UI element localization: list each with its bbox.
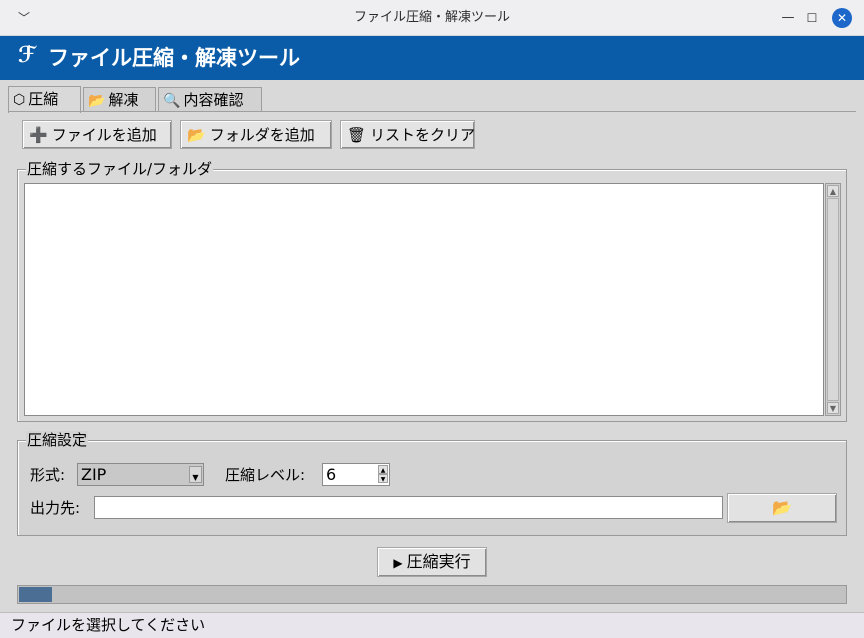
level-label: 圧縮レベル:: [225, 466, 306, 484]
box-icon: ⬡: [13, 92, 26, 108]
tab-divider: [8, 111, 856, 112]
tab-extract[interactable]: 📂 解凍: [83, 87, 156, 112]
play-icon: ▶: [393, 556, 403, 570]
file-list[interactable]: [24, 183, 824, 416]
spin-up-icon[interactable]: ▲: [378, 465, 388, 474]
spin-down-icon[interactable]: ▼: [378, 474, 388, 483]
tab-compress[interactable]: ⬡ 圧縮: [8, 86, 81, 113]
scroll-thumb[interactable]: [827, 198, 839, 401]
output-label: 出力先:: [30, 499, 81, 517]
tab-label: 圧縮: [28, 90, 59, 108]
trash-icon: 🗑: [347, 126, 367, 144]
folder-icon: 📂: [88, 93, 106, 109]
add-file-label: ファイルを追加: [51, 126, 157, 144]
folder-icon: 📂: [772, 498, 792, 517]
chevron-down-icon[interactable]: ▼: [189, 466, 202, 483]
tab-contents[interactable]: 🔍 内容確認: [158, 87, 262, 112]
status-bar: ファイルを選択してください: [0, 612, 864, 638]
format-value: ZIP: [81, 465, 107, 484]
progress-fill: [19, 587, 52, 602]
close-icon[interactable]: ✕: [832, 8, 852, 28]
add-file-button[interactable]: ➕ ファイルを追加: [22, 120, 172, 149]
add-folder-label: フォルダを追加: [209, 126, 315, 144]
window-title: ファイル圧縮・解凍ツール: [353, 10, 510, 25]
files-group-title: 圧縮するファイル/フォルダ: [26, 160, 214, 178]
run-compress-button[interactable]: ▶ 圧縮実行: [377, 547, 487, 577]
scroll-down-icon[interactable]: ▼: [827, 402, 839, 414]
maximize-icon[interactable]: ☐: [800, 0, 824, 36]
chevron-down-icon[interactable]: ﹀: [12, 0, 36, 36]
minimize-icon[interactable]: —: [776, 0, 800, 36]
format-select[interactable]: ZIP ▼: [77, 463, 204, 486]
tab-label: 解凍: [108, 91, 139, 109]
file-list-scrollbar[interactable]: ▲ ▼: [825, 183, 841, 416]
app-logo: ℱ: [18, 43, 36, 68]
add-folder-button[interactable]: 📂 フォルダを追加: [180, 120, 332, 149]
status-text: ファイルを選択してください: [11, 616, 206, 634]
app-header: ℱ ファイル圧縮・解凍ツール: [0, 36, 864, 80]
format-label: 形式:: [30, 466, 66, 484]
output-path-value: [95, 498, 98, 516]
app-title: ファイル圧縮・解凍ツール: [48, 46, 300, 70]
window-titlebar: ファイル圧縮・解凍ツール ﹀ — ☐ ✕: [0, 0, 864, 36]
progress-bar: [17, 585, 847, 604]
settings-group: 圧縮設定: [17, 431, 847, 536]
output-path-input[interactable]: [94, 496, 723, 519]
folder-icon: 📂: [187, 126, 206, 144]
magnifier-icon: 🔍: [163, 93, 181, 109]
level-spinbox[interactable]: 6 ▲ ▼: [322, 463, 390, 486]
settings-group-title: 圧縮設定: [26, 431, 89, 449]
level-value: 6: [326, 465, 337, 484]
plus-icon: ➕: [29, 126, 48, 144]
clear-list-button[interactable]: 🗑 リストをクリア: [340, 120, 475, 149]
run-compress-label: 圧縮実行: [406, 552, 471, 571]
clear-list-label: リストをクリア: [370, 126, 476, 144]
scroll-up-icon[interactable]: ▲: [827, 185, 839, 197]
tab-label: 内容確認: [183, 91, 244, 109]
browse-output-button[interactable]: 📂: [727, 493, 837, 523]
